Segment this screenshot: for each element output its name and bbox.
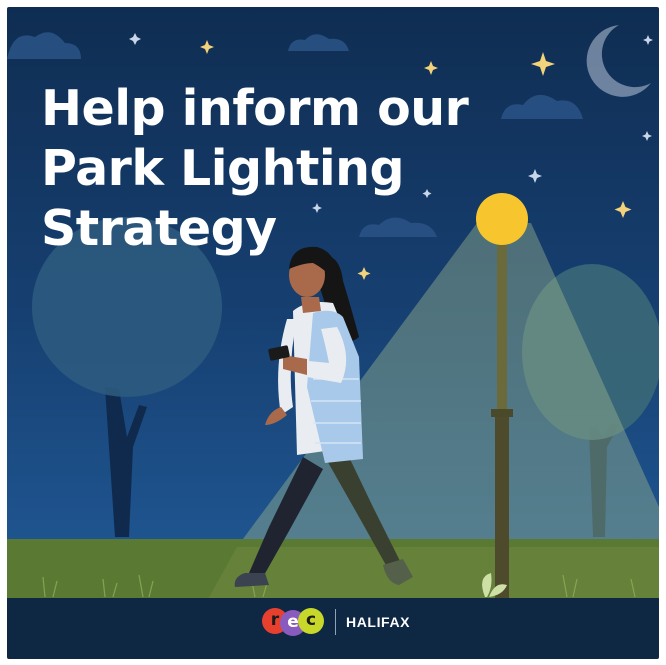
footer-bar — [7, 598, 659, 659]
rec-logo: r e c — [262, 608, 324, 636]
rec-logo-letter-c: c — [298, 608, 324, 634]
headline: Help inform our Park Lighting Strategy — [41, 79, 469, 259]
headline-line-1: Help inform our — [41, 80, 469, 137]
halifax-logo-text: HALIFAX — [346, 614, 411, 630]
park-lighting-banner: Help inform our Park Lighting Strategy — [7, 7, 659, 659]
headline-line-3: Strategy — [41, 200, 277, 257]
headline-line-2: Park Lighting — [41, 140, 405, 197]
logo-divider — [335, 609, 336, 635]
